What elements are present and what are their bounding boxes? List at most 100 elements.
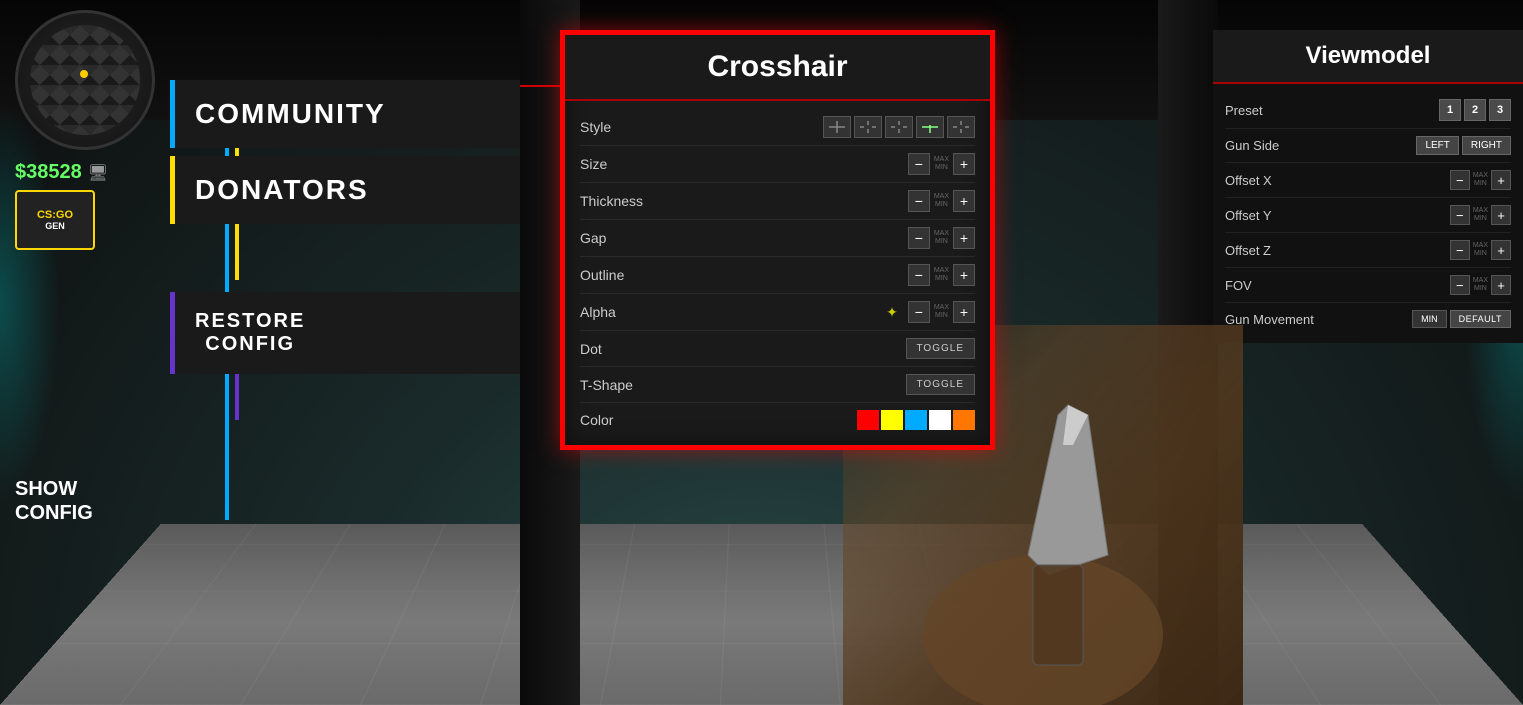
gap-label: Gap — [580, 230, 660, 246]
thickness-label: Thickness — [580, 193, 660, 209]
crosshair-title: Crosshair — [565, 35, 990, 101]
gun-movement-min-button[interactable]: MIN — [1412, 310, 1447, 328]
donators-label: DONATORS — [195, 174, 369, 206]
vm-preset-controls: 1 2 3 — [1439, 99, 1511, 121]
gap-plus[interactable]: + — [953, 227, 975, 249]
gap-minmax: MAXMIN — [934, 230, 949, 245]
thickness-plus[interactable]: + — [953, 190, 975, 212]
style-btn-1[interactable] — [854, 116, 882, 138]
minimap-player-dot — [80, 70, 88, 78]
viewmodel-panel: Viewmodel Preset 1 2 3 Gun Side LEFT RIG… — [1213, 30, 1523, 343]
restore-accent — [170, 292, 175, 374]
vm-offset-y-label: Offset Y — [1225, 208, 1272, 223]
crosshair-color-row: Color — [580, 403, 975, 437]
style-btn-3[interactable] — [916, 116, 944, 138]
vm-gun-side-label: Gun Side — [1225, 138, 1279, 153]
color-swatch-orange[interactable] — [953, 410, 975, 430]
viewmodel-panel-body: Preset 1 2 3 Gun Side LEFT RIGHT Offset … — [1213, 84, 1523, 343]
style-label: Style — [580, 119, 660, 135]
vm-gun-movement-row: Gun Movement MIN DEFAULT — [1225, 303, 1511, 335]
style-btn-4[interactable] — [947, 116, 975, 138]
community-label: COMMUNITY — [195, 98, 386, 130]
offset-z-plus[interactable]: + — [1491, 240, 1511, 260]
alpha-minus[interactable]: − — [908, 301, 930, 323]
logo-csgo: CS:GO — [37, 209, 73, 221]
crosshair-thickness-row: Thickness − MAXMIN + — [580, 183, 975, 220]
vm-offset-y-row: Offset Y − MAXMIN + — [1225, 198, 1511, 233]
outline-controls: − MAXMIN + — [908, 264, 975, 286]
color-swatch-blue[interactable] — [905, 410, 927, 430]
gun-side-right-button[interactable]: RIGHT — [1462, 136, 1511, 155]
gap-minus[interactable]: − — [908, 227, 930, 249]
crosshair-tshape-row: T-Shape TOGGLE — [580, 367, 975, 403]
left-hud: $38528 🖥 CS:GO GEN — [15, 10, 155, 250]
gun-side-left-button[interactable]: LEFT — [1416, 136, 1458, 155]
preset-btn-3[interactable]: 3 — [1489, 99, 1511, 121]
preset-btn-1[interactable]: 1 — [1439, 99, 1461, 121]
donators-button[interactable]: DONATORS — [170, 156, 520, 224]
dot-toggle-button[interactable]: TOGGLE — [906, 338, 976, 359]
tshape-label: T-Shape — [580, 377, 660, 393]
alpha-controls: ✦ − MAXMIN + — [886, 301, 975, 323]
outline-label: Outline — [580, 267, 660, 283]
money-amount: $38528 — [15, 161, 82, 184]
fov-minus[interactable]: − — [1450, 275, 1470, 295]
outline-plus[interactable]: + — [953, 264, 975, 286]
crosshair-size-row: Size − MAXMIN + — [580, 146, 975, 183]
gap-controls: − MAXMIN + — [908, 227, 975, 249]
gun-movement-default-button[interactable]: DEFAULT — [1450, 310, 1511, 328]
style-controls — [823, 116, 975, 138]
size-label: Size — [580, 156, 660, 172]
size-plus[interactable]: + — [953, 153, 975, 175]
vm-fov-controls: − MAXMIN + — [1450, 275, 1511, 295]
community-accent — [170, 80, 175, 148]
logo-gen: GEN — [45, 221, 65, 231]
alpha-plus[interactable]: + — [953, 301, 975, 323]
fov-plus[interactable]: + — [1491, 275, 1511, 295]
minimap — [15, 10, 155, 150]
color-swatches — [857, 410, 975, 430]
offset-y-minus[interactable]: − — [1450, 205, 1470, 225]
offset-y-minmax: MAXMIN — [1473, 207, 1488, 222]
tshape-controls: TOGGLE — [906, 374, 976, 395]
vm-offset-z-label: Offset Z — [1225, 243, 1271, 258]
vm-fov-row: FOV − MAXMIN + — [1225, 268, 1511, 303]
size-controls: − MAXMIN + — [908, 153, 975, 175]
offset-x-minus[interactable]: − — [1450, 170, 1470, 190]
crosshair-style-row: Style — [580, 109, 975, 146]
tshape-toggle-button[interactable]: TOGGLE — [906, 374, 976, 395]
crosshair-alpha-row: Alpha ✦ − MAXMIN + — [580, 294, 975, 331]
outline-minus[interactable]: − — [908, 264, 930, 286]
color-swatch-white[interactable] — [929, 410, 951, 430]
offset-y-plus[interactable]: + — [1491, 205, 1511, 225]
crosshair-outline-row: Outline − MAXMIN + — [580, 257, 975, 294]
size-minus[interactable]: − — [908, 153, 930, 175]
color-swatch-red[interactable] — [857, 410, 879, 430]
restore-config-button[interactable]: RESTORECONFIG — [170, 292, 520, 374]
crosshair-panel: Crosshair Style — [560, 30, 995, 450]
color-swatch-yellow[interactable] — [881, 410, 903, 430]
vm-preset-row: Preset 1 2 3 — [1225, 92, 1511, 129]
alpha-label: Alpha — [580, 304, 660, 320]
color-label: Color — [580, 412, 660, 428]
style-btn-2[interactable] — [885, 116, 913, 138]
minimap-map — [30, 25, 140, 135]
fov-minmax: MAXMIN — [1473, 277, 1488, 292]
vm-offset-x-label: Offset X — [1225, 173, 1272, 188]
thickness-minus[interactable]: − — [908, 190, 930, 212]
vm-gun-side-row: Gun Side LEFT RIGHT — [1225, 129, 1511, 163]
offset-z-minus[interactable]: − — [1450, 240, 1470, 260]
csgo-logo: CS:GO GEN — [15, 190, 95, 250]
community-button[interactable]: COMMUNITY — [170, 80, 520, 148]
vm-offset-x-controls: − MAXMIN + — [1450, 170, 1511, 190]
alpha-minmax: MAXMIN — [934, 304, 949, 319]
crosshair-panel-body: Style Size — [565, 101, 990, 445]
donators-accent — [170, 156, 175, 224]
vm-gun-movement-controls: MIN DEFAULT — [1412, 310, 1511, 328]
style-btn-0[interactable] — [823, 116, 851, 138]
vm-offset-z-row: Offset Z − MAXMIN + — [1225, 233, 1511, 268]
preset-btn-2[interactable]: 2 — [1464, 99, 1486, 121]
offset-x-plus[interactable]: + — [1491, 170, 1511, 190]
floor — [0, 524, 1523, 705]
vm-offset-x-row: Offset X − MAXMIN + — [1225, 163, 1511, 198]
